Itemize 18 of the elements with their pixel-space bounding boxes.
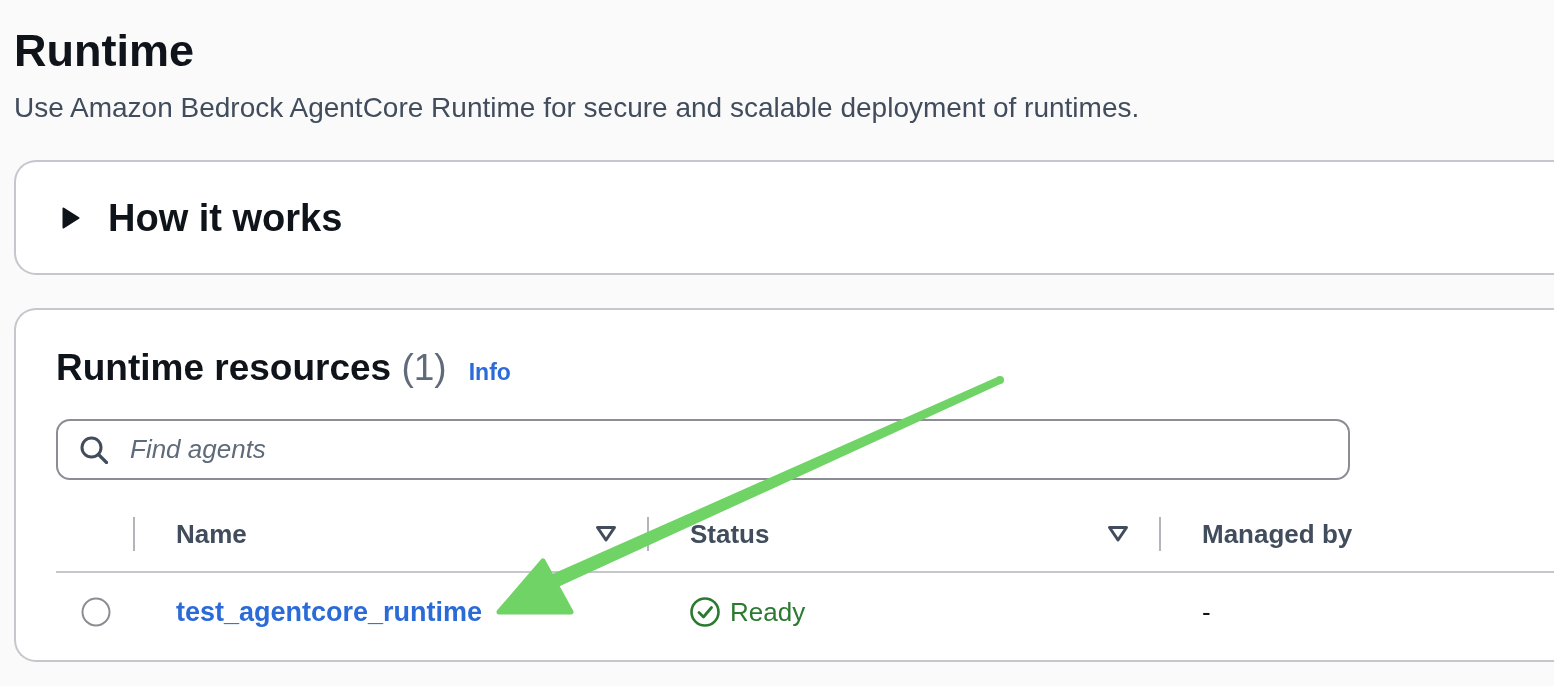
- radio-button[interactable]: [81, 597, 111, 627]
- resource-link[interactable]: test_agentcore_runtime: [176, 596, 483, 628]
- page-title: Runtime: [14, 24, 195, 78]
- column-header[interactable]: Status: [690, 518, 1129, 550]
- sort-icon[interactable]: [1107, 525, 1129, 543]
- section-title: Runtime resources: [56, 347, 392, 388]
- status-text: Ready: [730, 596, 806, 628]
- item-count: (1): [401, 347, 447, 388]
- info-link[interactable]: Info: [468, 359, 511, 386]
- column-header[interactable]: Name: [176, 518, 617, 550]
- expand-toggle[interactable]: How it works: [62, 195, 343, 240]
- search-icon: [80, 436, 108, 464]
- table-cell: -: [1202, 596, 1211, 628]
- page-description: Use Amazon Bedrock AgentCore Runtime for secure and scalable deployment of runtimes.: [14, 92, 1141, 124]
- sort-icon[interactable]: [595, 525, 617, 543]
- search-field[interactable]: Find agents: [56, 419, 1350, 480]
- check-circle-icon: [690, 597, 720, 627]
- column-header: Managed by: [1202, 518, 1353, 550]
